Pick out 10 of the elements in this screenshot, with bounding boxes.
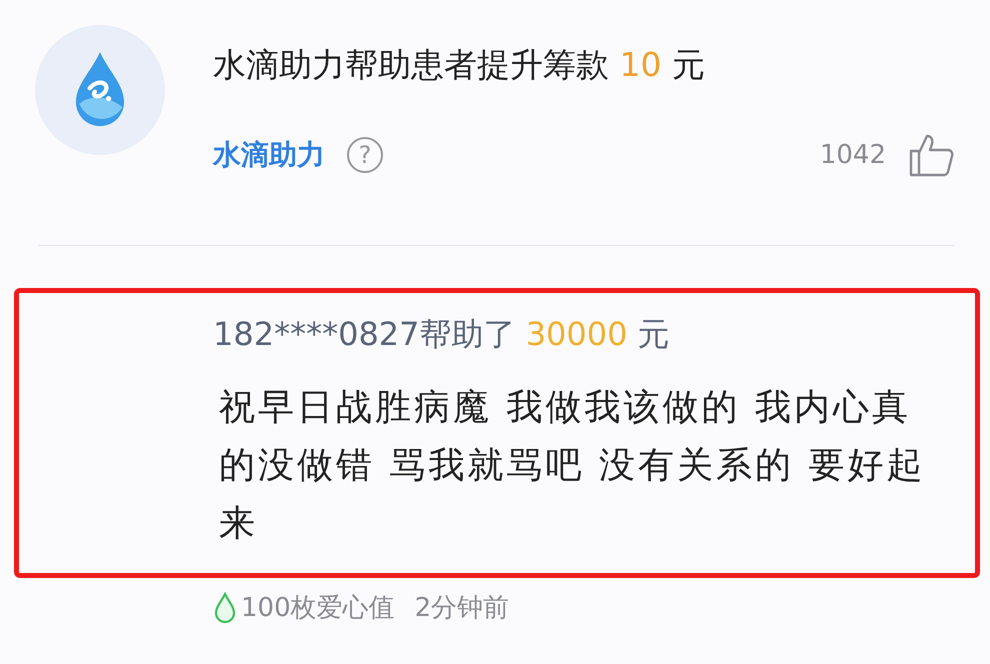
- drop-icon: [213, 592, 237, 624]
- source-name: 水滴助力: [213, 137, 325, 173]
- comment-time: 2分钟前: [414, 592, 510, 625]
- comment-message: 祝早日战胜病魔 我做我该做的 我内心真的没做错 骂我就骂吧 没有关系的 要好起来: [219, 386, 926, 546]
- thumbs-up-icon[interactable]: [908, 133, 954, 177]
- donation-title: 水滴助力帮助患者提升筹款 10 元: [213, 45, 706, 85]
- help-icon[interactable]: ?: [347, 137, 383, 173]
- like-count: 1042: [820, 140, 886, 170]
- comment-header: 182****0827帮助了 30000 元: [213, 314, 671, 355]
- love-points: 100枚爱心值: [241, 592, 395, 625]
